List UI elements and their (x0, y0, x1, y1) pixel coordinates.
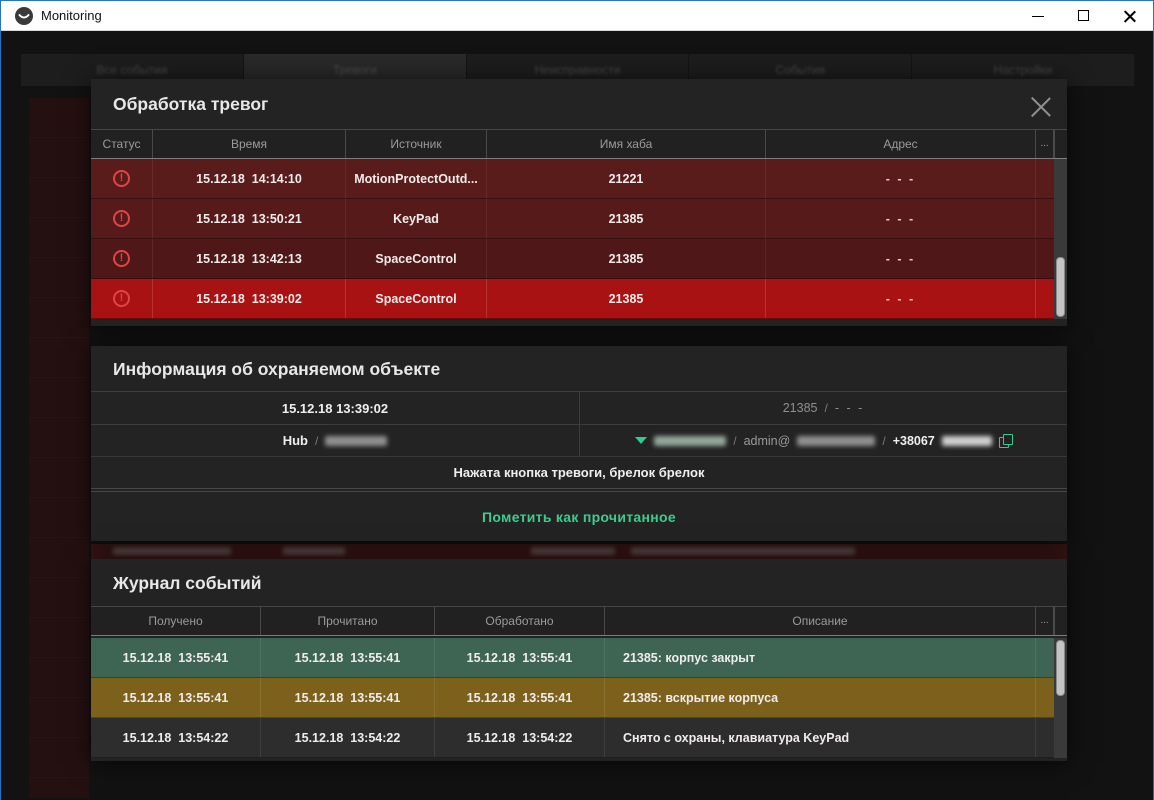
col-status[interactable]: Статус (91, 130, 153, 158)
alarm-row[interactable]: 15.12.18 14:14:10 MotionProtectOutd... 2… (91, 159, 1054, 199)
alarm-scrollbar-thumb[interactable] (1056, 257, 1065, 317)
event-log-panel: Журнал событий Получено Прочитано Обрабо… (91, 559, 1067, 761)
info-row-datetime: 15.12.18 13:39:02 21385 / - - - (91, 391, 1067, 424)
col-description[interactable]: Описание (605, 607, 1036, 635)
minimize-icon (1032, 16, 1044, 17)
col-read[interactable]: Прочитано (261, 607, 435, 635)
col-more[interactable]: ... (1036, 130, 1054, 158)
alarm-row[interactable]: 15.12.18 13:50:21 KeyPad 21385 - - - (91, 199, 1054, 239)
alarm-scrollbar[interactable] (1054, 159, 1067, 319)
app-window: Monitoring Все события Тревоги Неисправн… (0, 0, 1154, 800)
close-icon (1124, 10, 1136, 22)
alert-icon (113, 170, 130, 187)
expand-contact-icon[interactable] (635, 437, 647, 444)
maximize-button[interactable] (1061, 1, 1107, 31)
dialog-close-button[interactable] (1031, 94, 1051, 114)
alert-icon (113, 290, 130, 307)
col-more[interactable]: ... (1036, 607, 1054, 635)
event-row-ok[interactable]: 15.12.18 13:55:41 15.12.18 13:55:41 15.1… (91, 638, 1054, 678)
background-dimmed-row (91, 544, 1067, 559)
contact-email-prefix: admin@ (744, 434, 791, 448)
close-window-button[interactable] (1107, 1, 1153, 31)
info-row-message: Нажата кнопка тревоги, брелок брелок (91, 456, 1067, 488)
alarm-row-selected[interactable]: 15.12.18 13:39:02 SpaceControl 21385 - -… (91, 279, 1054, 319)
alert-icon (113, 210, 130, 227)
alarm-message: Нажата кнопка тревоги, брелок брелок (454, 465, 705, 480)
alert-icon (113, 250, 130, 267)
col-source[interactable]: Источник (346, 130, 487, 158)
contact-phone-prefix: +38067 (893, 434, 935, 448)
event-panel-title: Журнал событий (113, 573, 262, 594)
info-row-hub-contact: Hub / / admin@ / +38067 (91, 424, 1067, 456)
alarm-table-header: Статус Время Источник Имя хаба Адрес ... (91, 129, 1067, 159)
col-scroll-gutter (1054, 130, 1067, 158)
copy-icon[interactable] (999, 434, 1012, 447)
maximize-icon (1078, 10, 1089, 21)
app-logo-icon (15, 7, 33, 25)
alarm-status-cell (91, 159, 153, 198)
background-alarm-list-dimmed (29, 98, 89, 798)
event-table-header: Получено Прочитано Обработано Описание .… (91, 606, 1067, 636)
col-hub-name[interactable]: Имя хаба (487, 130, 766, 158)
alarm-panel-title: Обработка тревог (113, 94, 268, 115)
col-address[interactable]: Адрес (766, 130, 1036, 158)
info-panel-title: Информация об охраняемом объекте (113, 359, 440, 380)
minimize-button[interactable] (1015, 1, 1061, 31)
titlebar[interactable]: Monitoring (1, 1, 1153, 31)
app-content: Все события Тревоги Неисправности Событи… (1, 32, 1153, 800)
event-row[interactable]: 15.12.18 13:54:22 15.12.18 13:54:22 15.1… (91, 718, 1054, 758)
alarm-status-cell (91, 239, 153, 278)
event-scrollbar[interactable] (1054, 638, 1067, 758)
alarm-datetime: 15.12.18 13:39:02 (282, 401, 388, 416)
col-time[interactable]: Время (153, 130, 346, 158)
contact-email-redacted (797, 436, 875, 446)
object-number: 21385 (783, 401, 818, 415)
event-scrollbar-thumb[interactable] (1056, 640, 1065, 696)
contact-phone-redacted (942, 436, 992, 446)
alarm-status-cell (91, 199, 153, 238)
col-received[interactable]: Получено (91, 607, 261, 635)
col-processed[interactable]: Обработано (435, 607, 605, 635)
event-row-warning[interactable]: 15.12.18 13:55:41 15.12.18 13:55:41 15.1… (91, 678, 1054, 718)
alarm-processing-panel: Обработка тревог Статус Время Источник И… (91, 79, 1067, 326)
col-scroll-gutter (1054, 607, 1067, 635)
alarm-status-cell (91, 279, 153, 318)
object-info-panel: Информация об охраняемом объекте 15.12.1… (91, 346, 1067, 541)
hub-label: Hub (283, 433, 308, 448)
window-title: Monitoring (41, 8, 102, 23)
object-address: - - - (835, 401, 864, 415)
hub-id-redacted (325, 436, 387, 446)
contact-name-redacted (654, 436, 726, 446)
alarm-row[interactable]: 15.12.18 13:42:13 SpaceControl 21385 - -… (91, 239, 1054, 279)
mark-as-read-button[interactable]: Пометить как прочитанное (91, 492, 1067, 541)
